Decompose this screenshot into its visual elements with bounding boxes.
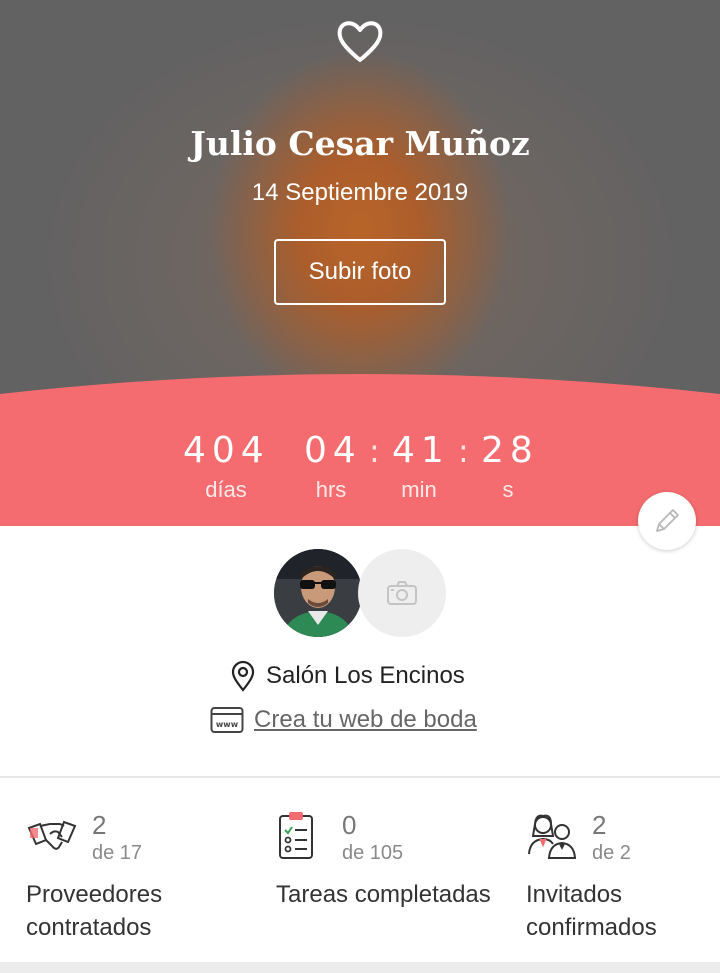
countdown-hours: 04 [304,430,362,471]
guests-label: Invitados confirmados [526,881,657,941]
countdown-days: 404 [183,430,270,471]
countdown-minutes: 41 [392,430,450,471]
wedding-website-label[interactable]: Crea tu web de boda [254,706,477,734]
section-divider [0,776,720,778]
guests-total: de 2 [592,842,631,864]
wedding-website-link[interactable]: www Crea tu web de boda [210,706,477,734]
handshake-icon [27,820,77,850]
website-icon: www [210,707,244,733]
tasks-count: 0 [342,810,357,840]
countdown-panel: 404 04 : 41 : 28 días hrs min s [0,372,720,526]
countdown-separator: : [458,432,469,470]
add-partner-photo[interactable] [358,549,446,637]
upload-photo-button[interactable]: Subir foto [274,239,446,305]
vendors-label: Proveedores contratados [26,881,163,941]
edit-button[interactable] [638,492,696,550]
venue-name: Salón Los Encinos [266,662,465,689]
vendors-total: de 17 [92,842,143,864]
guests-icon [528,814,577,859]
camera-icon [387,581,417,605]
user-avatar[interactable] [274,549,362,637]
countdown-separator: : [369,432,380,470]
bottom-strip [0,962,720,973]
couple-name: Julio Cesar Muñoz [190,124,530,163]
tasks-label: Tareas completadas [276,881,491,908]
hero-banner: Julio Cesar Muñoz 14 Septiembre 2019 Sub… [0,0,720,420]
vendors-count: 2 [92,810,107,840]
venue-row: Salón Los Encinos [230,660,465,692]
guests-count: 2 [592,810,607,840]
tasks-total: de 105 [342,842,404,864]
website-icon-text: www [216,720,239,729]
checklist-icon [279,812,313,859]
wedding-date: 14 Septiembre 2019 [251,179,469,206]
countdown-seconds-label: s [502,477,514,502]
countdown-minutes-label: min [401,477,437,502]
countdown-days-label: días [205,477,247,502]
countdown-seconds: 28 [481,430,539,471]
pencil-icon [656,509,679,532]
location-pin-icon [231,660,255,692]
countdown-hours-label: hrs [315,477,347,502]
heart-icon [337,21,383,62]
user-photo [274,549,362,637]
